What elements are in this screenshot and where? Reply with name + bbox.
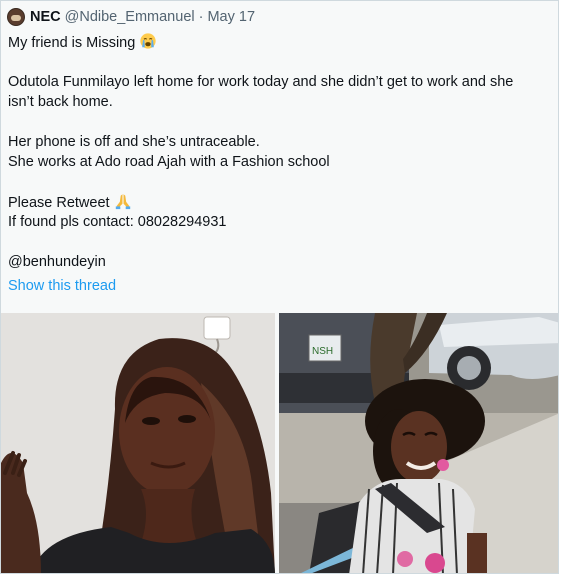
car-plate-text: NSH [312, 346, 333, 357]
mention-link[interactable]: @benhundeyin [8, 252, 106, 272]
author-name[interactable]: NEC [30, 9, 61, 25]
tweet-text-5: She works at Ado road Ajah with a Fashio… [8, 154, 330, 170]
loudly-crying-face-icon [140, 33, 156, 49]
folded-hands-icon [115, 194, 130, 210]
tweet-text-3: isn’t back home. [8, 94, 113, 110]
photo-2[interactable]: NSH [279, 313, 558, 573]
selfie-photo-image [1, 313, 275, 573]
tweet-text-1: My friend is Missing [8, 35, 136, 51]
avatar[interactable] [7, 8, 25, 26]
photo-1[interactable] [1, 313, 275, 573]
separator-dot: · [198, 9, 204, 25]
tweet-line-6: Please Retweet [8, 192, 132, 213]
tweet-card[interactable]: NEC @Ndibe_Emmanuel · May 17 My friend i… [0, 0, 559, 574]
outdoor-photo-image: NSH [279, 313, 558, 573]
tweet-line-1: My friend is Missing [8, 32, 157, 53]
tweet-text-2: Odutola Funmilayo left home for work tod… [8, 74, 514, 90]
tweet-header: NEC @Ndibe_Emmanuel · May 17 [7, 7, 255, 27]
show-thread-link[interactable]: Show this thread [8, 276, 116, 296]
tweet-text-6: Please Retweet [8, 195, 110, 211]
tweet-text-4: Her phone is off and she’s untraceable. [8, 134, 260, 150]
author-handle[interactable]: @Ndibe_Emmanuel [65, 9, 195, 25]
tweet-date[interactable]: May 17 [207, 9, 255, 25]
tweet-text-7: If found pls contact: 08028294931 [8, 214, 227, 230]
